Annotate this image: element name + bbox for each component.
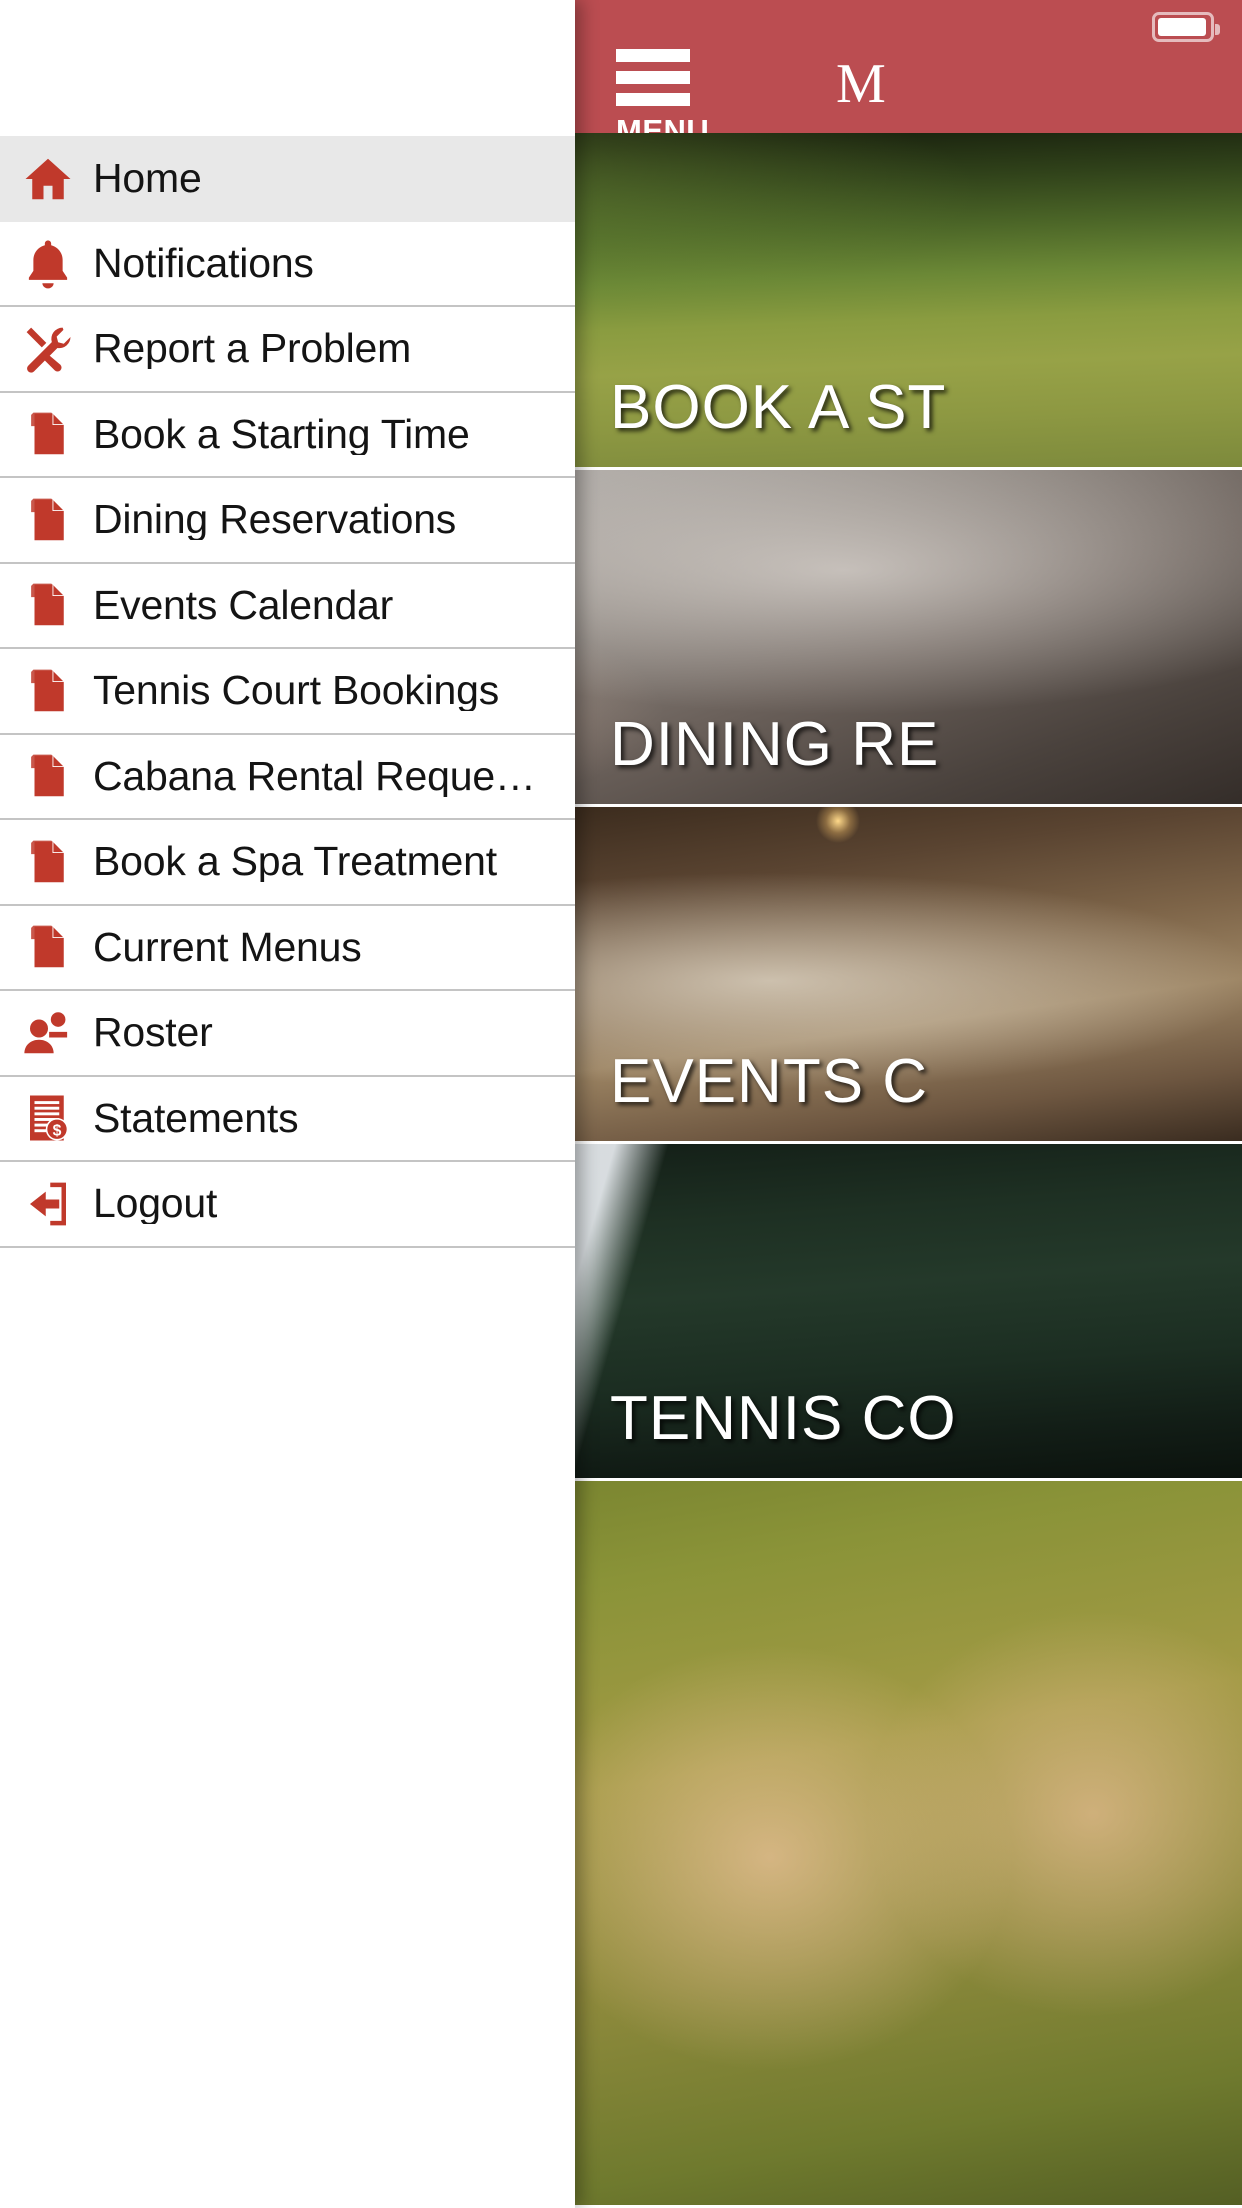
menu-item-current-menus[interactable]: Current Menus bbox=[0, 905, 575, 991]
card-caption: EVENTS C bbox=[610, 1047, 929, 1116]
drawer-menu-list: Home Notifications Report a Problem Book a … bbox=[0, 136, 575, 1248]
menu-item-label: Statements bbox=[93, 1097, 299, 1139]
menu-item-report-a-problem[interactable]: Report a Problem bbox=[0, 307, 575, 393]
menu-item-cabana-rental-reque[interactable]: Cabana Rental Reque… bbox=[0, 734, 575, 820]
menu-item-label: Book a Spa Treatment bbox=[93, 841, 497, 883]
card-caption: BOOK A ST bbox=[610, 373, 947, 442]
document-icon bbox=[21, 407, 75, 461]
tools-icon bbox=[21, 322, 75, 376]
drawer-empty-area bbox=[0, 1247, 575, 2188]
bell-icon bbox=[21, 236, 75, 290]
home-icon bbox=[21, 152, 75, 206]
hamburger-icon-bar-1 bbox=[616, 49, 690, 62]
statement-icon: $ bbox=[21, 1091, 75, 1145]
document-icon bbox=[21, 664, 75, 718]
document-icon bbox=[21, 493, 75, 547]
card-caption: DINING RE bbox=[610, 710, 940, 779]
menu-item-events-calendar[interactable]: Events Calendar bbox=[0, 563, 575, 649]
menu-item-roster[interactable]: Roster bbox=[0, 991, 575, 1077]
menu-item-statements[interactable]: $ Statements bbox=[0, 1076, 575, 1162]
menu-item-label: Cabana Rental Reque… bbox=[93, 755, 533, 797]
menu-item-tennis-court-bookings[interactable]: Tennis Court Bookings bbox=[0, 649, 575, 735]
document-icon bbox=[21, 835, 75, 889]
menu-item-label: Dining Reservations bbox=[93, 499, 457, 541]
battery-icon bbox=[1152, 12, 1220, 42]
app-title: M bbox=[836, 53, 886, 115]
menu-item-label: Events Calendar bbox=[93, 584, 394, 626]
menu-item-logout[interactable]: Logout bbox=[0, 1162, 575, 1248]
menu-button[interactable]: MENU bbox=[616, 49, 712, 133]
menu-item-label: Roster bbox=[93, 1012, 213, 1054]
logout-icon bbox=[21, 1177, 75, 1231]
card-caption: TENNIS CO bbox=[610, 1384, 957, 1453]
document-icon bbox=[21, 578, 75, 632]
hamburger-icon-bar-3 bbox=[616, 93, 690, 106]
hamburger-icon-bar-2 bbox=[616, 71, 690, 84]
menu-item-label: Tennis Court Bookings bbox=[93, 670, 500, 712]
svg-text:$: $ bbox=[53, 1123, 62, 1140]
drawer-top-spacer bbox=[0, 0, 575, 136]
menu-item-label: Logout bbox=[93, 1183, 218, 1225]
people-icon bbox=[21, 1006, 75, 1060]
menu-item-label: Current Menus bbox=[93, 926, 362, 968]
menu-item-label: Book a Starting Time bbox=[93, 413, 470, 455]
menu-item-dining-reservations[interactable]: Dining Reservations bbox=[0, 478, 575, 564]
navigation-drawer: Home Notifications Report a Problem Book a … bbox=[0, 0, 575, 2208]
menu-item-label: Report a Problem bbox=[93, 328, 412, 370]
menu-item-book-a-starting-time[interactable]: Book a Starting Time bbox=[0, 392, 575, 478]
app-root: MENU M BOOK A ST DINING RE EVENTS C TENNIS … bbox=[0, 0, 1242, 2208]
document-icon bbox=[21, 920, 75, 974]
menu-item-book-a-spa-treatment[interactable]: Book a Spa Treatment bbox=[0, 820, 575, 906]
menu-button-label: MENU bbox=[616, 113, 710, 133]
menu-item-notifications[interactable]: Notifications bbox=[0, 221, 575, 307]
menu-item-home[interactable]: Home bbox=[0, 136, 575, 222]
menu-item-label: Notifications bbox=[93, 242, 314, 284]
menu-item-label: Home bbox=[93, 158, 202, 200]
document-icon bbox=[21, 749, 75, 803]
